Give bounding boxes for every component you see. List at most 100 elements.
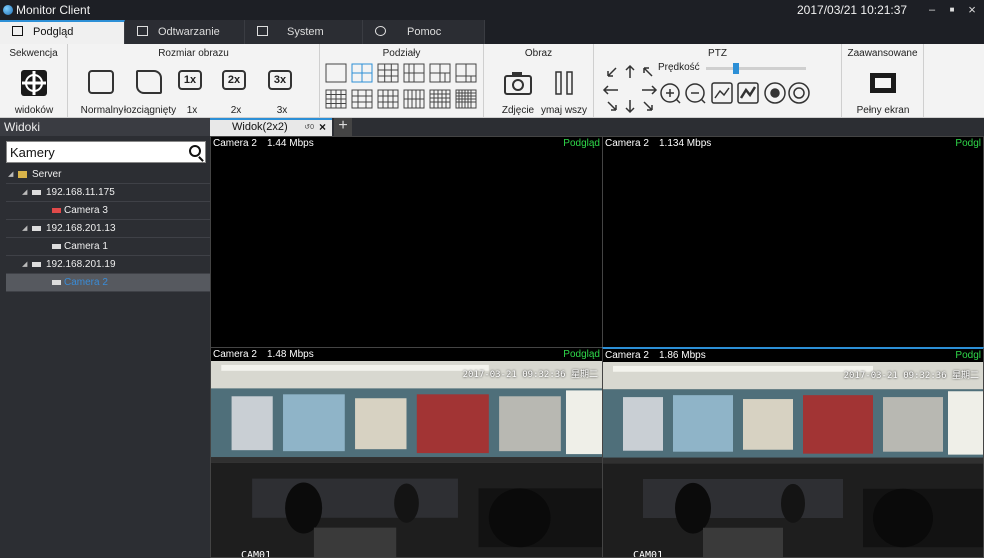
tree-node-device[interactable]: ◢ 192.168.201.19 — [6, 256, 210, 274]
device-tree: ◢ Server ◢ 192.168.11.175 Camera 3 ◢ 192.168.2… — [6, 166, 210, 292]
fullscreen-icon — [870, 73, 896, 93]
tree-node-camera[interactable]: Camera 1 — [6, 238, 210, 256]
search-text: Kamery — [10, 145, 55, 160]
panel-header: Widoki — [0, 118, 210, 136]
title-bar: Monitor Client 2017/03/21 10:21:37 – ■ × — [0, 0, 984, 20]
tab-pomoc[interactable]: Pomoc — [363, 20, 485, 44]
cell-camera: Camera 2 — [213, 138, 257, 149]
layout-grid-icons[interactable] — [324, 62, 484, 116]
group-zaawansowane: Zaawansowane Pełny ekran — [842, 44, 924, 118]
group-rozmiar-obrazu: Rozmiar obrazu Normalny łozciągnięty 1x … — [68, 44, 320, 118]
zoom-3x-icon: 3x — [268, 70, 292, 90]
speed-label: Prędkość — [658, 62, 700, 73]
tab-odtwarzanie[interactable]: Odtwarzanie — [125, 20, 245, 44]
speed-slider-thumb[interactable] — [733, 63, 739, 74]
pause-icon — [555, 71, 573, 95]
group-title: Sekwencja — [9, 48, 58, 59]
view-tab-mark: ↺0 — [304, 124, 314, 131]
video-cell[interactable]: Camera 2 1.134 Mbps Podgl — [602, 136, 984, 348]
folder-icon — [257, 26, 268, 36]
cell-camera: Camera 2 — [213, 349, 257, 360]
device-icon — [32, 262, 41, 267]
tree-node-camera[interactable]: Camera 2 — [6, 274, 210, 292]
camera-feed-image: 2017-03-21 09:32:36 星期二 CAM01 — [603, 362, 983, 557]
camera-feed-image: 2017-03-21 09:32:36 星期二 CAM01 — [211, 361, 602, 557]
search-icon[interactable] — [189, 145, 201, 157]
ptz-direction-arrows[interactable] — [600, 62, 660, 114]
main-tab-bar: Podgląd Odtwarzanie System Pomoc — [0, 20, 984, 44]
cell-rate: 1.134 Mbps — [659, 138, 712, 149]
cell-camera: Camera 2 — [605, 350, 649, 361]
tree-node-device[interactable]: ◢ 192.168.11.175 — [6, 184, 210, 202]
device-icon — [32, 226, 41, 231]
group-title: PTZ — [708, 48, 727, 59]
cell-status: Podgl — [955, 138, 981, 149]
camera-search-field[interactable]: Kamery — [6, 141, 206, 163]
tree-node-label: 192.168.201.13 — [46, 223, 116, 234]
video-cell[interactable]: Camera 2 1.44 Mbps Podgląd — [210, 136, 603, 348]
expand-arrow-icon[interactable]: ◢ — [22, 184, 27, 202]
cell-camera: Camera 2 — [605, 138, 649, 149]
fullscreen-button[interactable]: Pełny ekran — [857, 66, 909, 116]
video-cell[interactable]: Camera 2 1.48 Mbps Podgląd 2017-03-21 09… — [210, 347, 603, 558]
group-sekwencja: Sekwencja widoków — [0, 44, 68, 118]
tree-node-label: Server — [32, 169, 62, 180]
monitor-icon — [12, 26, 23, 36]
video-osd-label: CAM01 — [633, 550, 664, 558]
camera-icon — [52, 244, 61, 249]
tree-node-device[interactable]: ◢ 192.168.201.13 — [6, 220, 210, 238]
camera-offline-icon — [52, 208, 61, 213]
tab-system[interactable]: System — [245, 20, 363, 44]
tree-node-camera-offline[interactable]: Camera 3 — [6, 202, 210, 220]
camera-icon — [52, 280, 61, 285]
cell-status: Podgląd — [563, 349, 600, 360]
cell-status: Podgląd — [563, 138, 600, 149]
zoom-2x-icon: 2x — [222, 70, 246, 90]
ribbon-toolbar: Sekwencja widoków Rozmiar obrazu Normaln… — [0, 44, 984, 118]
tab-label: System — [287, 26, 324, 38]
expand-arrow-icon[interactable]: ◢ — [8, 166, 13, 184]
normal-size-icon — [88, 70, 114, 94]
button-label: Pełny ekran — [856, 105, 910, 116]
expand-arrow-icon[interactable]: ◢ — [22, 220, 27, 238]
tab-label: Pomoc — [407, 26, 442, 38]
video-grid: Camera 2 1.44 Mbps Podgląd Camera 2 1.134 Mb… — [210, 136, 984, 558]
cell-rate: 1.86 Mbps — [659, 350, 706, 361]
group-title: Podziały — [382, 48, 421, 59]
video-osd-timestamp: 2017-03-21 09:32:36 星期二 — [462, 370, 598, 380]
view-tab[interactable]: Widok(2x2) ↺0 × — [210, 118, 332, 136]
video-osd-label: CAM01 — [241, 550, 272, 558]
help-icon — [375, 26, 386, 36]
sequence-icon — [21, 70, 47, 96]
app-title: Monitor Client — [16, 3, 91, 17]
video-cell[interactable]: Camera 2 1.86 Mbps Podgl 2017-03-21 09:3… — [602, 347, 984, 558]
tree-node-label: Camera 3 — [64, 205, 108, 216]
play-icon — [137, 26, 148, 36]
view-tab-label: Widok(2x2) — [232, 121, 288, 133]
cell-status: Podgl — [955, 350, 981, 361]
view-tab-strip: Widok(2x2) ↺0 × + — [210, 118, 984, 136]
app-logo-icon — [3, 5, 13, 15]
tree-node-server[interactable]: ◢ Server — [6, 166, 210, 184]
tree-node-label: Camera 2 — [64, 277, 108, 288]
server-folder-icon — [18, 171, 27, 178]
tree-node-label: 192.168.11.175 — [46, 187, 115, 198]
group-title: Zaawansowane — [847, 48, 918, 59]
zoom-3x-button[interactable]: 3x 3x — [264, 66, 300, 116]
close-view-tab-button[interactable]: × — [319, 120, 326, 134]
minimize-button[interactable]: – — [924, 2, 940, 18]
group-title: Obraz — [524, 48, 553, 59]
ptz-controls[interactable] — [658, 80, 838, 106]
maximize-button[interactable]: ■ — [944, 2, 960, 18]
expand-arrow-icon[interactable]: ◢ — [22, 256, 27, 274]
device-icon — [32, 190, 41, 195]
pause-all-button[interactable]: ymaj wszy — [541, 66, 587, 116]
tree-node-label: Camera 1 — [64, 241, 108, 252]
add-view-tab-button[interactable]: + — [334, 118, 352, 136]
tab-podglad[interactable]: Podgląd — [0, 20, 125, 44]
close-button[interactable]: × — [964, 2, 980, 18]
sequence-views-button[interactable]: widoków — [12, 66, 56, 116]
speed-slider[interactable] — [706, 63, 806, 74]
group-obraz: Obraz Zdjęcie ymaj wszy — [484, 44, 594, 118]
group-podzialy: Podziały — [320, 44, 484, 118]
